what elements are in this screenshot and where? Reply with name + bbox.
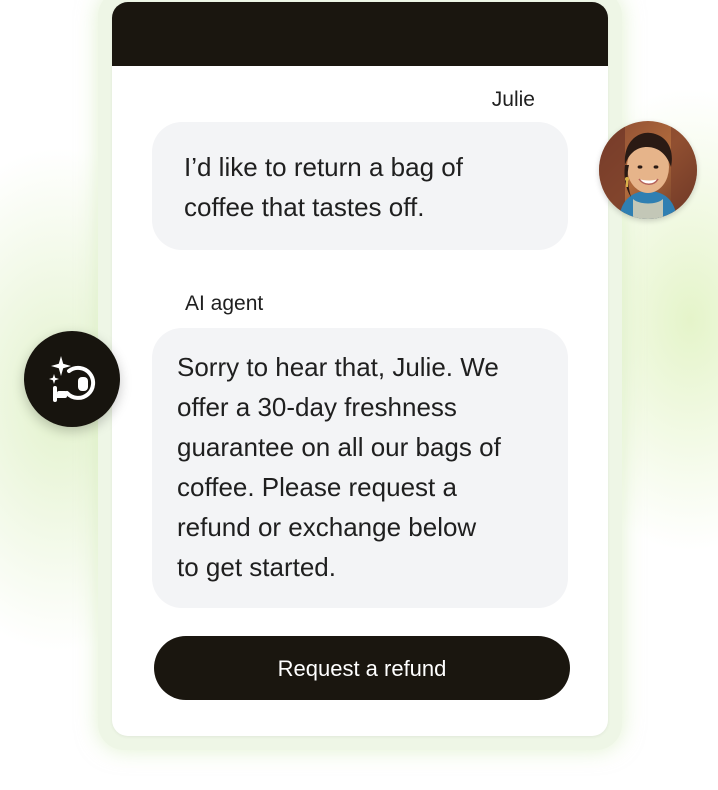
chat-header: [112, 2, 608, 66]
user-avatar: [599, 121, 697, 219]
agent-message-line: guarantee on all our bags of: [177, 432, 501, 462]
agent-message-line: Sorry to hear that, Julie. We: [177, 352, 499, 382]
request-refund-button[interactable]: Request a refund: [154, 636, 570, 700]
agent-message-line: coffee. Please request a: [177, 472, 457, 502]
user-message-bubble: I’d like to return a bag of coffee that …: [152, 122, 568, 250]
agent-message-line: offer a 30-day freshness: [177, 392, 457, 422]
chat-card: Julie I’d like to return a bag of coffee…: [112, 2, 608, 736]
user-message-line: coffee that tastes off.: [184, 192, 425, 222]
agent-message-bubble: Sorry to hear that, Julie. We offer a 30…: [152, 328, 568, 608]
ai-agent-headset-sparkle-icon: [49, 356, 96, 402]
agent-message-line: refund or exchange below: [177, 512, 477, 542]
ai-agent-badge: [24, 331, 120, 427]
user-avatar-photo: [599, 121, 697, 219]
agent-message-line: to get started.: [177, 552, 336, 582]
user-sender-name: Julie: [491, 88, 535, 111]
user-message-line: I’d like to return a bag of: [184, 152, 463, 182]
agent-sender-name: AI agent: [185, 292, 264, 315]
